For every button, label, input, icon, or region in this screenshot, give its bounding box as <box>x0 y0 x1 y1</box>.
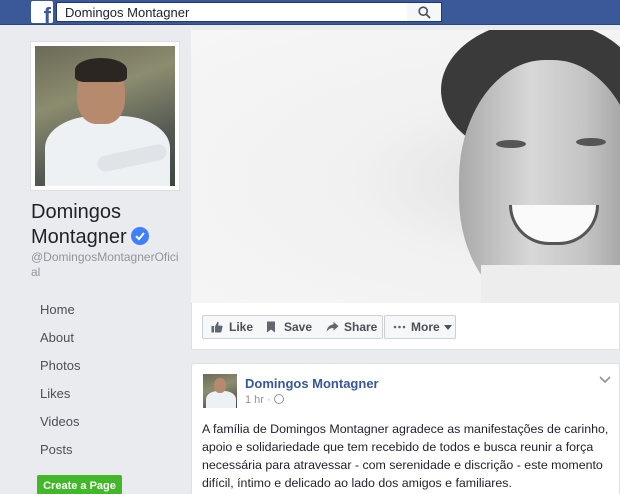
post-author-name[interactable]: Domingos Montagner <box>245 376 379 391</box>
post-body-text: A família de Domingos Montagner agradece… <box>202 422 609 490</box>
share-label: Share <box>344 320 378 334</box>
share-arrow-icon <box>326 321 339 332</box>
page-nav: Home About Photos Likes Videos Posts <box>30 296 190 464</box>
chevron-down-icon[interactable] <box>599 376 611 384</box>
like-label: Like <box>229 320 254 334</box>
search-button[interactable] <box>407 2 442 22</box>
nav-item-photos[interactable]: Photos <box>30 352 190 380</box>
save-bookmark-icon <box>267 321 275 333</box>
top-bar: f Domingos Montagner <box>0 0 620 25</box>
like-button[interactable]: Like <box>202 315 259 339</box>
page-name-text: Domingos Montagner <box>31 201 127 248</box>
nav-item-about[interactable]: About <box>30 324 190 352</box>
cover-photo[interactable] <box>191 30 620 303</box>
profile-picture[interactable] <box>30 41 180 191</box>
search-input[interactable]: Domingos Montagner <box>56 2 442 22</box>
post-card: Domingos Montagner 1 hr · A família de D… <box>191 363 620 494</box>
nav-item-home[interactable]: Home <box>30 296 190 324</box>
page-action-bar: Like Save Share More <box>191 303 620 350</box>
share-button[interactable]: Share <box>318 315 383 339</box>
nav-item-likes[interactable]: Likes <box>30 380 190 408</box>
nav-item-videos[interactable]: Videos <box>30 408 190 436</box>
post-author-avatar[interactable] <box>203 374 237 408</box>
post-timestamp[interactable]: 1 hr · <box>245 394 284 406</box>
create-page-button[interactable]: Create a Page <box>37 475 122 494</box>
search-input-value: Domingos Montagner <box>65 5 190 20</box>
page-handle[interactable]: @DomingosMontagnerOficial <box>31 250 181 280</box>
more-caret-icon <box>443 325 452 331</box>
more-label: More <box>411 320 440 334</box>
save-button[interactable]: Save <box>258 315 319 339</box>
like-thumb-icon <box>211 321 223 333</box>
facebook-logo-icon[interactable]: f <box>31 1 53 23</box>
globe-icon <box>273 394 284 405</box>
post-time-text: 1 hr · <box>245 394 271 406</box>
more-dots-icon <box>393 325 406 329</box>
search-icon <box>418 6 431 19</box>
verified-badge-icon <box>130 226 149 245</box>
page-title[interactable]: Domingos Montagner <box>31 200 191 250</box>
more-button[interactable]: More <box>384 315 456 339</box>
profile-photo <box>35 46 175 186</box>
save-label: Save <box>284 320 313 334</box>
nav-item-posts[interactable]: Posts <box>30 436 190 464</box>
